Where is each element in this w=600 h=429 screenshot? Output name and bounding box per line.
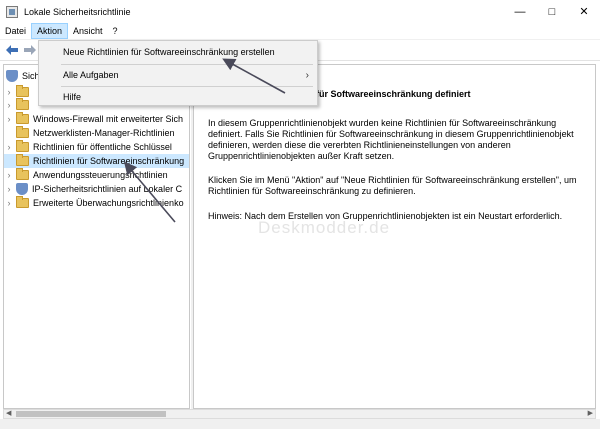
- tree-item-public-key[interactable]: › Richtlinien für öffentliche Schlüssel: [4, 140, 189, 154]
- tree-item-label: Erweiterte Überwachungsrichtlinienko: [33, 198, 184, 208]
- tree-item-app-control[interactable]: › Anwendungssteuerungsrichtlinien: [4, 168, 189, 182]
- menu-item-all-tasks[interactable]: Alle Aufgaben ›: [39, 66, 317, 84]
- scroll-right-icon[interactable]: ▶: [588, 409, 593, 417]
- window-controls: — □ ✕: [504, 0, 600, 23]
- aktion-dropdown-menu: Neue Richtlinien für Softwareeinschränku…: [38, 40, 318, 106]
- chevron-right-icon[interactable]: ›: [4, 114, 14, 124]
- app-icon: [6, 5, 18, 18]
- minimize-icon[interactable]: —: [504, 0, 536, 23]
- chevron-right-icon[interactable]: ›: [4, 198, 14, 208]
- maximize-icon[interactable]: □: [536, 0, 568, 23]
- details-pane: für Softwareeinschränkung definiert In d…: [193, 64, 596, 409]
- chevron-right-icon[interactable]: ›: [4, 100, 14, 110]
- security-settings-icon: [6, 70, 18, 82]
- folder-icon: [16, 85, 29, 97]
- folder-icon: [16, 140, 29, 152]
- tree-item-label: Richtlinien für Softwareeinschränkung: [33, 156, 185, 166]
- chevron-right-icon: ›: [305, 69, 309, 81]
- menu-help[interactable]: ?: [108, 23, 123, 39]
- folder-icon: [16, 196, 29, 208]
- scroll-left-icon[interactable]: ◀: [6, 409, 11, 417]
- back-arrow-icon[interactable]: [4, 42, 20, 58]
- menu-item-label: Hilfe: [63, 92, 82, 102]
- close-icon[interactable]: ✕: [568, 0, 600, 23]
- details-paragraph-2: Klicken Sie im Menü "Aktion" auf "Neue R…: [208, 175, 577, 196]
- scrollbar-thumb[interactable]: [16, 411, 166, 417]
- tree-item-label: Windows-Firewall mit erweiterter Sich: [33, 114, 184, 124]
- menu-item-label: Alle Aufgaben: [63, 70, 119, 80]
- menu-ansicht[interactable]: Ansicht: [68, 23, 108, 39]
- menu-separator: [61, 64, 313, 65]
- forward-arrow-icon[interactable]: [22, 42, 38, 58]
- menu-item-help[interactable]: Hilfe: [39, 88, 317, 106]
- folder-icon: [16, 168, 29, 180]
- menu-datei[interactable]: Datei: [0, 23, 31, 39]
- horizontal-scrollbar[interactable]: ◀ ▶: [3, 409, 596, 419]
- folder-icon: [16, 154, 29, 166]
- folder-icon: [16, 126, 29, 138]
- menu-bar: Datei Aktion Ansicht ?: [0, 23, 600, 40]
- tree-item-label: Netzwerklisten-Manager-Richtlinien: [33, 128, 175, 138]
- chevron-right-icon[interactable]: ›: [4, 170, 14, 180]
- tree-item-software-restriction[interactable]: Richtlinien für Softwareeinschränkung: [4, 154, 189, 168]
- chevron-right-icon[interactable]: ›: [4, 87, 14, 97]
- chevron-right-icon[interactable]: ›: [4, 142, 14, 152]
- title-bar: Lokale Sicherheitsrichtlinie — □ ✕: [0, 0, 600, 23]
- tree-item-ip-security[interactable]: › IP-Sicherheitsrichtlinien auf Lokaler …: [4, 182, 189, 196]
- tree-item-label: IP-Sicherheitsrichtlinien auf Lokaler C: [32, 184, 183, 194]
- status-bar: [0, 419, 600, 429]
- menu-item-new-policies[interactable]: Neue Richtlinien für Softwareeinschränku…: [39, 43, 317, 61]
- tree-item-label: Sich: [22, 71, 40, 81]
- tree-item-netzwerklisten[interactable]: Netzwerklisten-Manager-Richtlinien: [4, 126, 189, 140]
- navigation-tree: Sich › › › Windows-Firewall mit erweiter…: [3, 64, 190, 409]
- folder-icon: [16, 98, 29, 110]
- chevron-right-icon[interactable]: ›: [4, 184, 14, 194]
- menu-aktion[interactable]: Aktion: [31, 23, 69, 39]
- tree-item-label: Richtlinien für öffentliche Schlüssel: [33, 142, 172, 152]
- tree-item-windows-firewall[interactable]: › Windows-Firewall mit erweiterter Sich: [4, 112, 189, 126]
- folder-icon: [16, 112, 29, 124]
- shield-icon: [16, 183, 28, 195]
- watermark: Deskmodder.de: [258, 218, 391, 237]
- window-title: Lokale Sicherheitsrichtlinie: [24, 6, 131, 17]
- details-paragraph-1: In diesem Gruppenrichtlinienobjekt wurde…: [208, 118, 574, 161]
- details-title: für Softwareeinschränkung definiert: [316, 89, 471, 99]
- menu-separator: [61, 86, 313, 87]
- tree-item-label: Anwendungssteuerungsrichtlinien: [33, 170, 168, 180]
- tree-item-audit-policy[interactable]: › Erweiterte Überwachungsrichtlinienko: [4, 196, 189, 210]
- menu-item-label: Neue Richtlinien für Softwareeinschränku…: [63, 47, 275, 57]
